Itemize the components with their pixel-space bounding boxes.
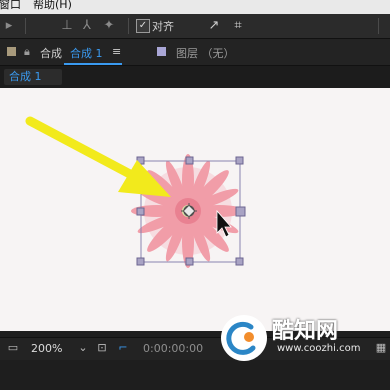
align-label: 对齐 [152, 20, 174, 33]
starch-tool-icon[interactable]: ✦ [100, 17, 118, 35]
toolbar-divider [378, 18, 379, 34]
panel-tabs: 🔒︎ 合成 合成 1 ≡ 图层 （无） [0, 39, 390, 66]
selection-tool-icon[interactable]: ▸ [0, 17, 18, 35]
composition-viewer[interactable] [0, 88, 390, 331]
region-of-interest-icon[interactable]: ⌐ [116, 341, 130, 355]
transform-handle-bottom-left[interactable] [136, 257, 145, 266]
lock-icon[interactable]: 🔒︎ [24, 45, 30, 59]
annotation-arrow [25, 116, 171, 197]
toolbar-divider [25, 18, 26, 34]
composition-breadcrumb: 合成 1 [0, 66, 390, 88]
layer-color-swatch [157, 47, 166, 56]
toolbar-divider [128, 18, 129, 34]
pin-tool-icon[interactable]: ⊥ [58, 17, 76, 35]
site-watermark: 酷知网 www.coozhi.com [207, 303, 390, 373]
viewer-canvas-svg [25, 116, 246, 268]
transform-handle-top[interactable] [185, 156, 194, 165]
transform-handle-bottom[interactable] [185, 257, 194, 266]
transform-handle-right[interactable] [235, 206, 246, 217]
zoom-dropdown[interactable]: 200% [31, 342, 62, 355]
toolbar: ▸ ⊥ ⅄ ✦ ✓ 对齐 ↗ ⌗ [0, 14, 390, 39]
tab-layer-none[interactable]: 图层 （无） [176, 45, 235, 61]
transform-handle-left[interactable] [136, 207, 145, 216]
watermark-url: www.coozhi.com [277, 343, 361, 354]
watermark-title: 酷知网 [272, 319, 339, 344]
align-checkbox[interactable]: ✓ [136, 19, 150, 33]
menu-bar: 窗口 帮助(H) [0, 0, 390, 14]
puppet-tool-icon[interactable]: ⅄ [78, 17, 96, 35]
monitor-icon[interactable]: ▭ [6, 341, 20, 355]
menu-item-window[interactable]: 窗口 [0, 0, 21, 11]
timecode-display[interactable]: 0:00:00:00 [143, 342, 203, 355]
transform-handle-top-right[interactable] [235, 156, 244, 165]
comp-color-swatch [7, 47, 16, 56]
chevron-down-icon[interactable]: ⌄ [76, 341, 90, 355]
fit-view-icon[interactable]: ⊡ [95, 341, 109, 355]
watermark-logo-icon [221, 315, 267, 361]
comp-panel-prefix: 合成 [40, 47, 62, 60]
tab-composition-1[interactable]: 合成 1 [70, 45, 103, 61]
snap-arrow-icon[interactable]: ↗ [205, 17, 223, 35]
snap-target-icon[interactable]: ⌗ [229, 17, 247, 35]
breadcrumb-composition-1[interactable]: 合成 1 [4, 69, 62, 85]
panel-menu-icon[interactable]: ≡ [112, 45, 121, 58]
menu-item-help[interactable]: 帮助(H) [33, 0, 72, 11]
active-tab-indicator [64, 63, 122, 65]
transform-handle-bottom-right[interactable] [235, 257, 244, 266]
